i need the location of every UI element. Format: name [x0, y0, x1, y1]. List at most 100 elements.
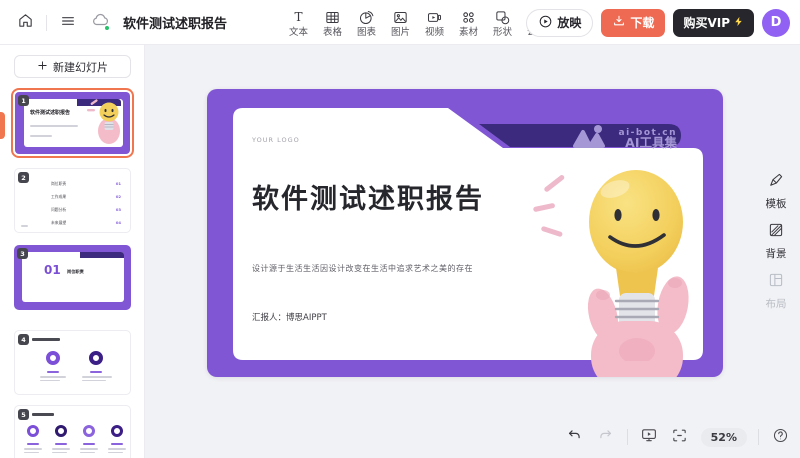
- plus-icon: [37, 60, 48, 74]
- help-button[interactable]: [770, 427, 790, 447]
- toolbar-video[interactable]: 视频: [419, 4, 450, 42]
- mini-section-title: 岗位职责: [67, 269, 84, 275]
- present-view-button[interactable]: [639, 427, 659, 447]
- cloud-icon: [91, 11, 110, 34]
- slide-logo-text[interactable]: YOUR LOGO: [252, 136, 300, 144]
- shape-icon: [494, 9, 511, 26]
- menu-button[interactable]: [57, 12, 79, 34]
- rail-item-layout[interactable]: 布局: [766, 271, 787, 311]
- help-icon: [772, 427, 789, 448]
- mini-text-line: [52, 452, 67, 454]
- mini-toc: 岗位职责 01 工作成果 02 问题分析 03 未来展望 04: [51, 177, 121, 229]
- text-icon: T: [290, 9, 307, 26]
- avatar[interactable]: D: [762, 9, 790, 37]
- mini-text-line: [30, 135, 52, 137]
- slide-thumbnail-1: 1 软件测试述职报告: [15, 92, 130, 154]
- new-slide-button[interactable]: 新建幻灯片: [14, 55, 131, 78]
- fit-screen-icon: [671, 427, 688, 448]
- current-slide[interactable]: ai-bot.cn AI工具集: [207, 89, 723, 377]
- toolbar-chart[interactable]: 图表: [351, 4, 382, 42]
- mini-text-line: [108, 452, 123, 454]
- editor-canvas[interactable]: ai-bot.cn AI工具集: [145, 45, 800, 458]
- redo-button[interactable]: [596, 427, 616, 447]
- mini-title-line: [32, 413, 54, 416]
- mini-text-line: [83, 443, 95, 445]
- toolbar-label: 图表: [357, 28, 376, 38]
- present-label: 放映: [557, 14, 581, 31]
- slide-number-badge: 1: [18, 95, 29, 106]
- mini-donut: [111, 425, 123, 437]
- toolbar-shape[interactable]: 形状: [487, 4, 518, 42]
- vip-label: 购买VIP: [683, 14, 730, 31]
- toolbar-table[interactable]: 表格: [317, 4, 348, 42]
- mini-toc-number: 03: [116, 207, 121, 212]
- mini-text-line: [80, 452, 95, 454]
- slide-thumbnail-1-selected[interactable]: 1 软件测试述职报告: [11, 88, 134, 158]
- background-icon: [767, 221, 785, 243]
- download-label: 下载: [630, 14, 654, 31]
- layout-icon: [767, 271, 785, 293]
- slide-thumbnail-4[interactable]: 4: [14, 330, 131, 395]
- play-icon: [538, 14, 553, 32]
- image-icon: [392, 9, 409, 26]
- rail-item-background[interactable]: 背景: [766, 221, 787, 261]
- assets-icon: [460, 9, 477, 26]
- slide-subtitle-text[interactable]: 设计源于生活生活因设计改变在生活中追求艺术之美的存在: [252, 263, 473, 274]
- mini-text-line: [24, 452, 39, 454]
- fit-screen-button[interactable]: [670, 427, 690, 447]
- buy-vip-button[interactable]: 购买VIP: [673, 9, 754, 37]
- mini-cover-title: 软件测试述职报告: [30, 109, 70, 116]
- mini-toc-number: 02: [116, 194, 121, 199]
- zoom-level[interactable]: 52%: [701, 428, 747, 447]
- toolbar-label: 视频: [425, 28, 444, 38]
- controls-divider: [758, 429, 759, 445]
- sidebar-collapse-handle[interactable]: [0, 112, 5, 139]
- slide-presenter-text[interactable]: 汇报人：博思AIPPT: [252, 311, 327, 323]
- mini-toc-label: 岗位职责: [51, 181, 66, 187]
- download-icon: [612, 14, 626, 31]
- slide-title-text[interactable]: 软件测试述职报告: [252, 177, 484, 216]
- mini-text-line: [24, 448, 42, 450]
- mini-donut: [55, 425, 67, 437]
- insert-toolbar: T 文本 表格 图表 图片 视频 素材: [283, 4, 552, 42]
- slide-thumbnail-2[interactable]: 2 岗位职责 01 工作成果 02 问题分析 03 未来展望 04: [14, 168, 131, 233]
- home-icon: [17, 12, 34, 33]
- slide-thumbnail-5[interactable]: 5: [14, 405, 131, 458]
- svg-text:T: T: [294, 10, 302, 24]
- redo-icon: [597, 427, 614, 448]
- toolbar-image[interactable]: 图片: [385, 4, 416, 42]
- slide-thumbnail-3[interactable]: 3 01 岗位职责: [14, 245, 131, 310]
- table-icon: [324, 9, 341, 26]
- slide-number-badge: 3: [17, 248, 28, 259]
- mini-toc-number: 04: [116, 220, 121, 225]
- toolbar-text[interactable]: T 文本: [283, 4, 314, 42]
- mini-toc-label: 未来展望: [51, 220, 66, 226]
- toolbar-label: 形状: [493, 28, 512, 38]
- mini-text-line: [52, 448, 70, 450]
- mini-toc-label: 问题分析: [51, 207, 66, 213]
- undo-button[interactable]: [565, 427, 585, 447]
- mini-section-band: [80, 252, 124, 258]
- rail-item-template[interactable]: 模板: [766, 171, 787, 211]
- slide-number-badge: 5: [18, 409, 29, 420]
- home-button[interactable]: [14, 12, 36, 34]
- mini-text-line: [108, 448, 126, 450]
- present-button[interactable]: 放映: [526, 9, 593, 37]
- mini-section-number: 01: [44, 263, 61, 277]
- pie-chart-icon: [358, 9, 375, 26]
- mini-donut: [89, 351, 103, 365]
- mini-text-line: [111, 443, 123, 445]
- rail-label: 布局: [766, 296, 787, 311]
- cloud-sync-status[interactable]: [89, 12, 111, 34]
- toolbar-assets[interactable]: 素材: [453, 4, 484, 42]
- mini-text-line: [82, 380, 106, 382]
- right-tool-rail: 模板 背景 布局: [752, 171, 800, 311]
- slide-number-badge: 2: [18, 172, 29, 183]
- mini-section-card: [22, 252, 124, 302]
- document-title[interactable]: 软件测试述职报告: [123, 13, 227, 32]
- download-button[interactable]: 下载: [601, 9, 665, 37]
- mini-text-line: [27, 443, 39, 445]
- video-icon: [426, 9, 443, 26]
- mini-toc-label: 工作成果: [51, 194, 66, 200]
- mini-toc-number: 01: [116, 181, 121, 186]
